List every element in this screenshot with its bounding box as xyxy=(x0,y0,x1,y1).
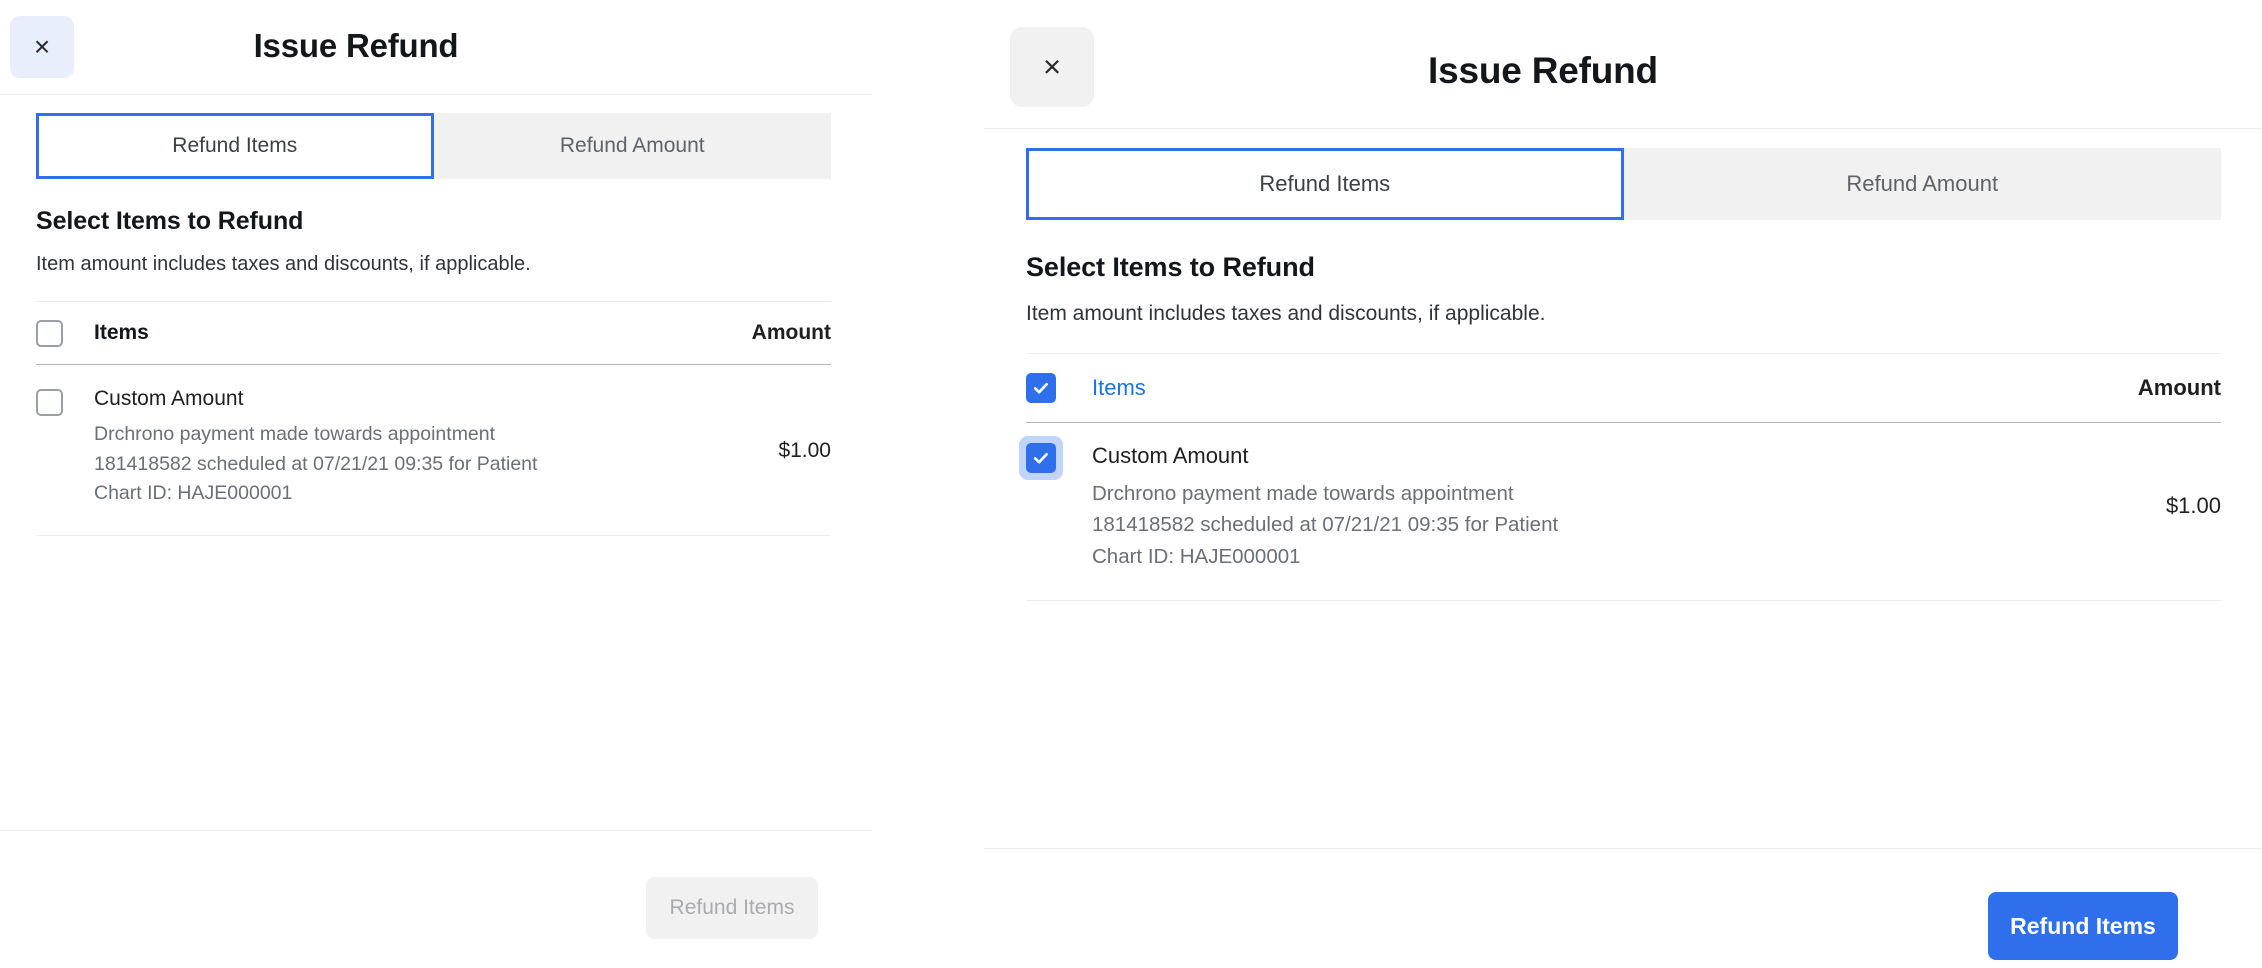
refund-items-button[interactable]: Refund Items xyxy=(646,877,818,939)
item-description: Drchrono payment made towards appointmen… xyxy=(94,420,661,509)
section-subheading: Item amount includes taxes and discounts… xyxy=(1026,302,1546,325)
item-name: Custom Amount xyxy=(94,387,244,410)
refund-items-table: Items Amount Custom Amount Drchrono paym… xyxy=(36,301,831,537)
row-checkbox[interactable] xyxy=(36,389,63,416)
footer-divider xyxy=(0,830,872,831)
item-description-line: 181418582 scheduled at 07/21/21 09:35 fo… xyxy=(94,452,538,475)
refund-items-table: Items Amount Custom Amount Drchrono paym… xyxy=(1019,353,2221,601)
select-all-checkbox[interactable] xyxy=(1026,373,1056,403)
select-all-cell xyxy=(1026,373,1092,403)
table-row: Custom Amount Drchrono payment made towa… xyxy=(36,365,831,535)
modal-header: × Issue Refund xyxy=(984,0,2262,125)
item-description-line: Chart ID: HAJE000001 xyxy=(1092,544,1301,568)
column-header-items: Items xyxy=(94,321,149,344)
close-icon: × xyxy=(1042,49,1062,84)
table-header-row: Items Amount xyxy=(36,302,831,364)
item-amount: $1.00 xyxy=(778,439,831,462)
header-divider xyxy=(0,94,872,95)
refund-tabs: Refund Items Refund Amount xyxy=(1026,148,2221,220)
issue-refund-modal-selected: × Issue Refund Refund Items Refund Amoun… xyxy=(984,0,2262,968)
item-name: Custom Amount xyxy=(1092,443,1249,468)
close-icon: × xyxy=(33,31,51,62)
row-label-cell: Custom Amount Drchrono payment made towa… xyxy=(94,387,661,509)
row-checkbox[interactable] xyxy=(1026,443,1056,473)
select-all-cell xyxy=(36,319,94,347)
page-title: Issue Refund xyxy=(253,27,459,64)
item-description-line: Drchrono payment made towards appointmen… xyxy=(1092,482,1514,506)
screenshot-stage: × Issue Refund Refund Items Refund Amoun… xyxy=(0,0,2262,968)
table-header-row: Items Amount xyxy=(1026,354,2221,422)
issue-refund-modal-unselected: × Issue Refund Refund Items Refund Amoun… xyxy=(0,0,872,968)
tab-refund-items[interactable]: Refund Items xyxy=(36,113,434,179)
refund-items-button[interactable]: Refund Items xyxy=(1988,892,2178,960)
item-description-line: 181418582 scheduled at 07/21/21 09:35 fo… xyxy=(1092,513,1559,537)
row-checkbox-focus-ring[interactable] xyxy=(1019,436,1063,480)
modal-header: × Issue Refund xyxy=(0,0,872,90)
section-subheading: Item amount includes taxes and discounts… xyxy=(36,253,531,275)
tab-refund-amount[interactable]: Refund Amount xyxy=(433,113,831,179)
table-row: Custom Amount Drchrono payment made towa… xyxy=(1019,423,2221,600)
item-description: Drchrono payment made towards appointmen… xyxy=(1092,478,2041,571)
tab-refund-amount[interactable]: Refund Amount xyxy=(1623,148,2221,220)
item-amount: $1.00 xyxy=(2165,493,2221,518)
column-header-amount: Amount xyxy=(2137,375,2221,400)
table-bottom-divider xyxy=(36,535,831,537)
column-header-amount: Amount xyxy=(751,321,831,344)
item-description-line: Drchrono payment made towards appointmen… xyxy=(94,423,496,446)
close-button[interactable]: × xyxy=(10,16,74,78)
row-label-cell: Custom Amount Drchrono payment made towa… xyxy=(1092,443,2041,572)
column-header-items: Items xyxy=(1092,375,1146,401)
refund-tabs: Refund Items Refund Amount xyxy=(36,113,831,179)
row-checkbox-cell xyxy=(36,387,94,416)
tab-refund-items[interactable]: Refund Items xyxy=(1026,148,1624,220)
section-heading: Select Items to Refund xyxy=(1026,252,1315,282)
footer-divider xyxy=(984,848,2262,849)
page-title: Issue Refund xyxy=(1428,50,1658,91)
section-heading: Select Items to Refund xyxy=(36,207,304,235)
select-all-checkbox[interactable] xyxy=(36,319,63,347)
item-description-line: Chart ID: HAJE000001 xyxy=(94,482,293,505)
row-checkbox-cell xyxy=(1019,436,1092,480)
header-divider xyxy=(984,128,2262,129)
table-bottom-divider xyxy=(1026,599,2221,601)
close-button[interactable]: × xyxy=(1010,26,1094,107)
